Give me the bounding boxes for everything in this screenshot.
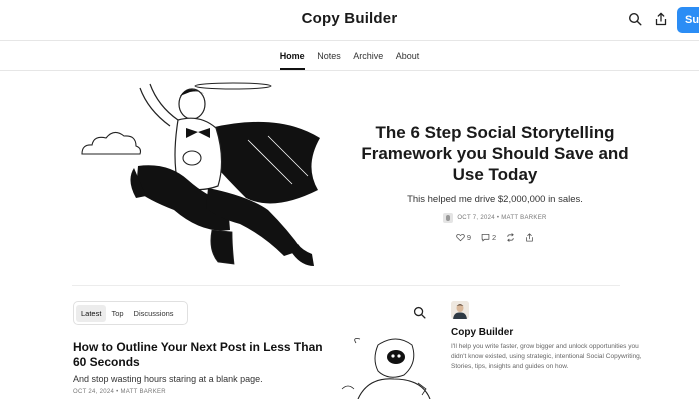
section-divider (72, 285, 620, 286)
hero-meta-text[interactable]: OCT 7, 2024 • MATT BARKER (457, 215, 546, 221)
restack-button[interactable] (506, 233, 515, 242)
main-nav: Home Notes Archive About (0, 41, 699, 71)
top-bar: Copy Builder Subscribe (0, 0, 699, 41)
tab-top[interactable]: Top (106, 305, 128, 322)
like-count: 9 (466, 233, 471, 242)
nav-notes[interactable]: Notes (317, 41, 341, 70)
heart-icon (456, 233, 465, 242)
author-photo (451, 301, 469, 319)
restack-icon (507, 233, 515, 242)
post-thumbnail[interactable] (338, 333, 438, 399)
publication-avatar[interactable] (451, 301, 469, 319)
share-post-button[interactable] (525, 233, 534, 242)
nav-about[interactable]: About (396, 41, 420, 70)
comment-icon (481, 233, 490, 242)
share-icon[interactable] (654, 12, 668, 26)
like-button[interactable]: 9 (456, 233, 471, 242)
post-subtitle: And stop wasting hours staring at a blan… (73, 374, 263, 384)
hero-actions: 9 2 (355, 233, 635, 242)
tab-latest[interactable]: Latest (76, 304, 107, 322)
post-title[interactable]: How to Outline Your Next Post in Less Th… (73, 340, 338, 370)
hero-subtitle: This helped me drive $2,000,000 in sales… (407, 194, 583, 205)
search-icon[interactable] (628, 12, 642, 26)
share-icon (526, 233, 533, 242)
tab-discussions[interactable]: Discussions (129, 305, 179, 322)
author-avatar[interactable] (443, 213, 454, 223)
subscribe-button[interactable]: Subscribe (677, 7, 699, 33)
nav-home[interactable]: Home (279, 41, 305, 70)
hero-illustration[interactable] (78, 80, 340, 270)
comment-count: 2 (492, 233, 497, 242)
hero-title[interactable]: The 6 Step Social Storytelling Framework… (355, 122, 635, 185)
search-icon[interactable] (413, 306, 426, 319)
hero-post: The 6 Step Social Storytelling Framework… (355, 122, 635, 242)
hero-meta: OCT 7, 2024 • MATT BARKER (355, 213, 635, 223)
site-title[interactable]: Copy Builder (0, 10, 699, 27)
publication-description: I'll help you write faster, grow bigger … (451, 343, 642, 371)
comment-button[interactable]: 2 (481, 233, 496, 242)
post-meta[interactable]: OCT 24, 2024 • MATT BARKER (73, 389, 166, 395)
publication-name[interactable]: Copy Builder (451, 327, 513, 338)
feed-tabs: Latest Top Discussions (73, 301, 188, 325)
nav-archive[interactable]: Archive (353, 41, 383, 70)
